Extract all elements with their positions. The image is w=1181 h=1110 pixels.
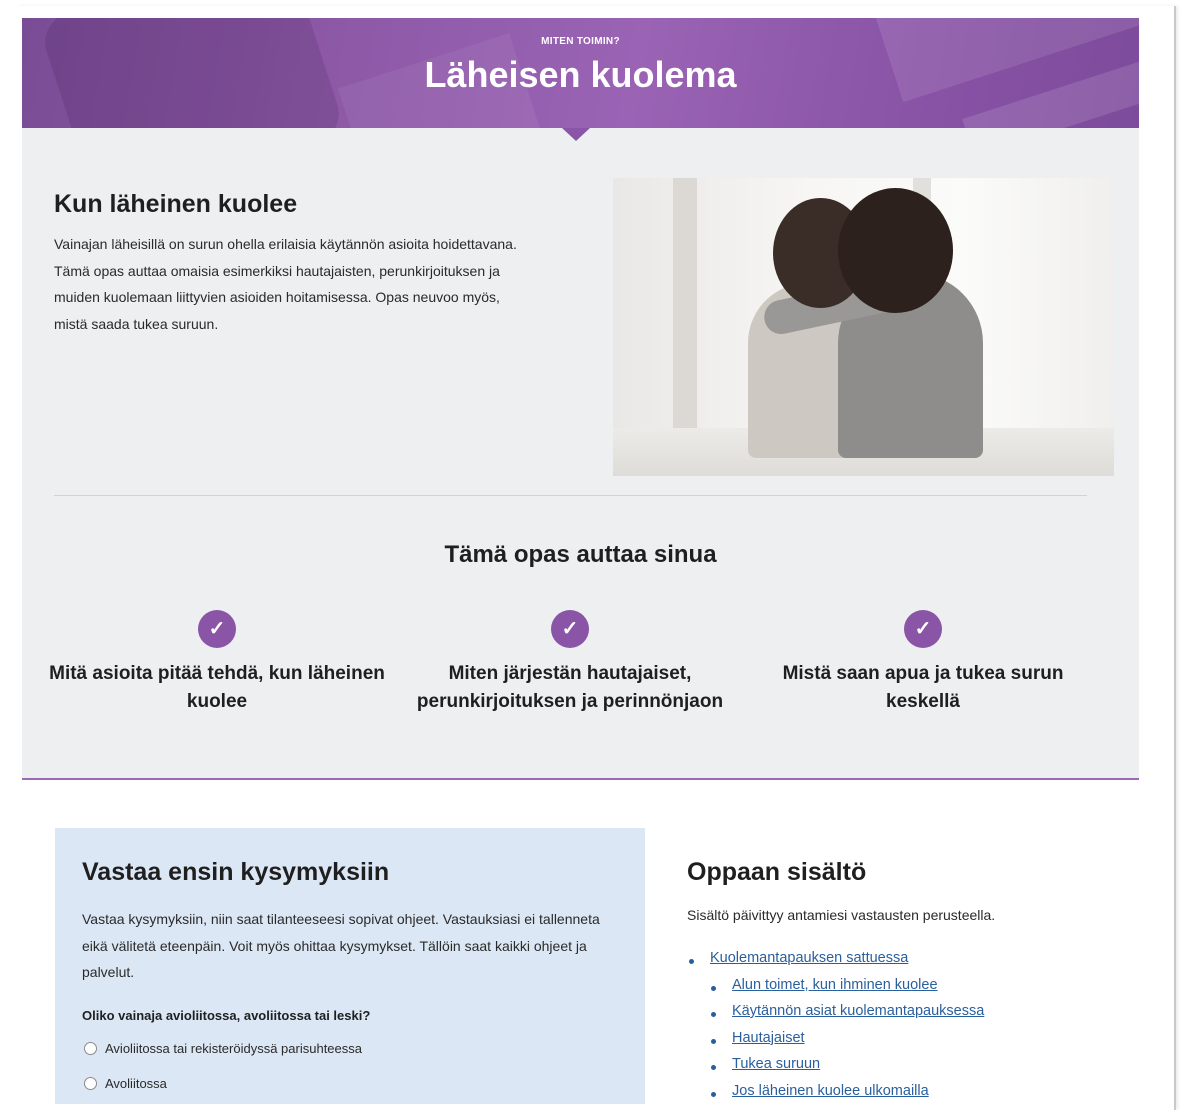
check-icon: ✓	[904, 610, 942, 648]
intro-paragraph: Vainajan läheisillä on surun ohella eril…	[54, 236, 517, 332]
page: MITEN TOIMIN? Läheisen kuolema Kun lähei…	[22, 18, 1139, 1104]
radio-label: Avoliitossa	[105, 1076, 167, 1091]
benefit-text: Mistä saan apua ja tukea surun keskellä	[782, 663, 1064, 712]
check-icon: ✓	[551, 610, 589, 648]
toc-link[interactable]: Kuolemantapauksen sattuessa	[710, 950, 908, 966]
radio-button[interactable]	[84, 1077, 97, 1090]
toc-heading: Oppaan sisältö	[687, 858, 867, 886]
hero-banner: MITEN TOIMIN? Läheisen kuolema	[22, 18, 1139, 128]
radio-button[interactable]	[84, 1042, 97, 1055]
toc-subitem: Tukea suruun	[687, 1056, 984, 1083]
toc-link[interactable]: Hautajaiset	[732, 1030, 805, 1046]
toc-item: Kuolemantapauksen sattuessa	[687, 950, 984, 977]
radio-label: Avioliitossa tai rekisteröidyssä parisuh…	[105, 1041, 362, 1056]
toc-subitem: Hautajaiset	[687, 1030, 984, 1057]
question-label: Oliko vainaja avioliitossa, avoliitossa …	[82, 1008, 371, 1023]
toc-list: Kuolemantapauksen sattuessa Alun toimet,…	[687, 950, 984, 1104]
photo-person-head	[838, 188, 953, 313]
hero-pointer-arrow	[562, 128, 590, 141]
radio-option-cohabiting[interactable]: Avoliitossa	[84, 1076, 167, 1091]
question-box-intro: Vastaa kysymyksiin, niin saat tilanteese…	[82, 911, 600, 980]
check-icon: ✓	[198, 610, 236, 648]
benefit-item: ✓ Miten järjestän hautajaiset, perunkirj…	[390, 610, 750, 716]
toc-subitem: Käytännön asiat kuolemantapauksessa	[687, 1003, 984, 1030]
intro-photo	[613, 178, 1114, 476]
toc-subitem: Jos läheinen kuolee ulkomailla	[687, 1083, 984, 1105]
section-divider	[54, 495, 1087, 496]
radio-option-married[interactable]: Avioliitossa tai rekisteröidyssä parisuh…	[84, 1041, 362, 1056]
toc-link[interactable]: Käytännön asiat kuolemantapauksessa	[732, 1003, 984, 1019]
page-title: Läheisen kuolema	[424, 54, 737, 95]
intro-section: Kun läheinen kuolee Vainajan läheisillä …	[22, 128, 1139, 780]
question-box-heading: Vastaa ensin kysymyksiin	[82, 858, 390, 886]
toc-note: Sisältö päivittyy antamiesi vastausten p…	[687, 907, 996, 923]
photo-window-frame	[673, 178, 697, 448]
toc-link[interactable]: Jos läheinen kuolee ulkomailla	[732, 1083, 929, 1099]
toc-link[interactable]: Alun toimet, kun ihminen kuolee	[732, 977, 938, 993]
benefit-item: ✓ Mitä asioita pitää tehdä, kun läheinen…	[37, 610, 397, 716]
benefit-item: ✓ Mistä saan apua ja tukea surun keskell…	[743, 610, 1103, 716]
guide-content-section: Vastaa ensin kysymyksiin Vastaa kysymyks…	[22, 780, 1139, 1104]
benefit-text: Miten järjestän hautajaiset, perunkirjoi…	[416, 663, 724, 712]
intro-heading: Kun läheinen kuolee	[54, 190, 298, 218]
guide-heading: Tämä opas auttaa sinua	[444, 541, 717, 568]
toc-link[interactable]: Tukea suruun	[732, 1056, 820, 1072]
benefit-text: Mitä asioita pitää tehdä, kun läheinen k…	[49, 663, 385, 712]
question-box: Vastaa ensin kysymyksiin Vastaa kysymyks…	[55, 828, 645, 1104]
hero-eyebrow: MITEN TOIMIN?	[541, 36, 620, 47]
toc-subitem: Alun toimet, kun ihminen kuolee	[687, 977, 984, 1004]
